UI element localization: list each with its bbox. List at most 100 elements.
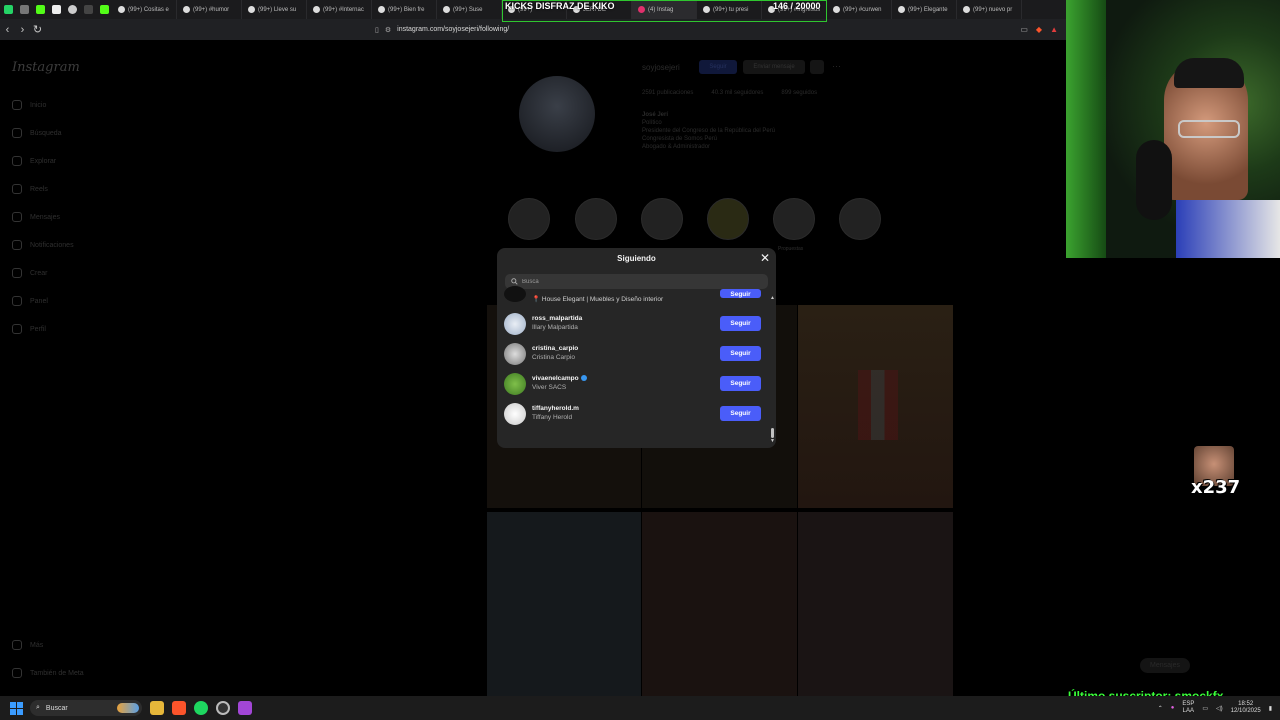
pinned-tab-gear[interactable] [64, 0, 80, 19]
scrollbar-thumb[interactable] [771, 428, 774, 438]
nav-item[interactable]: Perfil [12, 324, 46, 334]
story-highlight[interactable] [575, 198, 617, 240]
pinned-tab-s[interactable] [80, 0, 96, 19]
file-explorer-icon[interactable] [150, 701, 164, 715]
windows-start-icon[interactable] [10, 701, 23, 715]
microphone-icon[interactable]: ● [1171, 705, 1175, 711]
pinned-tab-whatsapp[interactable] [0, 0, 16, 19]
discord-icon[interactable] [238, 701, 252, 715]
bio-line: Abogado & Administrador [642, 144, 711, 150]
post-thumbnail[interactable] [642, 512, 797, 696]
screen-share-icon[interactable]: ▭ [1020, 25, 1028, 34]
scroll-up-icon[interactable]: ▲ [770, 295, 775, 301]
nav-item[interactable]: Panel [12, 296, 48, 306]
rewards-icon[interactable]: ▲ [1050, 25, 1058, 34]
username[interactable]: ross_malpartida [532, 315, 582, 322]
obs-icon[interactable] [216, 701, 230, 715]
reload-icon[interactable]: ↻ [30, 23, 45, 36]
clock[interactable]: 18:52 12/10/2025 [1231, 701, 1261, 715]
profile-message-button[interactable]: Enviar mensaje [743, 60, 805, 74]
forward-icon[interactable]: › [15, 24, 30, 36]
pinned-tab-globe[interactable] [16, 0, 32, 19]
list-item: cristina_carpio Cristina Carpio Seguir [504, 340, 761, 366]
story-highlight[interactable] [641, 198, 683, 240]
follow-button[interactable]: Seguir [720, 346, 761, 361]
pinned-tab-diamond[interactable] [48, 0, 64, 19]
post-thumbnail[interactable] [798, 512, 953, 696]
nav-item[interactable]: Crear [12, 268, 48, 278]
modal-title: Siguiendo [617, 254, 656, 263]
browser-tab[interactable]: (99+) Bien fre [372, 0, 437, 19]
avatar[interactable] [504, 343, 526, 365]
back-icon[interactable]: ‹ [0, 24, 15, 36]
nav-item[interactable]: También de Meta [12, 668, 84, 678]
avatar[interactable] [504, 313, 526, 335]
network-icon[interactable]: ▭ [1202, 705, 1208, 712]
avatar[interactable] [504, 403, 526, 425]
nav-item[interactable]: Inicio [12, 100, 46, 110]
browser-tab[interactable]: (99+) #Internac [307, 0, 372, 19]
browser-tab[interactable]: (99+) #curwen [827, 0, 892, 19]
follow-button[interactable]: Seguir [720, 316, 761, 331]
post-thumbnail[interactable] [487, 512, 641, 696]
volume-icon[interactable]: ◁) [1216, 705, 1223, 712]
story-highlight[interactable] [707, 198, 749, 240]
browser-tab[interactable]: (99+) Elegante [892, 0, 957, 19]
language-indicator[interactable]: ESP LAA [1182, 701, 1194, 715]
username[interactable]: tiffanyherold.m [532, 405, 579, 412]
browser-tab[interactable]: (99+) Cositas e [112, 0, 177, 19]
profile-avatar[interactable] [519, 76, 595, 152]
avatar[interactable] [504, 286, 526, 302]
profile-follow-button[interactable]: Seguir [699, 60, 737, 74]
url-text: instagram.com/soyjosejeri/following/ [397, 26, 510, 33]
list-item-partial: 📍 House Elegant | Muebles y Diseño inter… [504, 286, 761, 312]
emote-count: x237 [1191, 477, 1241, 498]
list-item: vivaenelcampo Viver SACS Seguir [504, 370, 761, 396]
scrollbar[interactable]: ▲ ▼ [770, 295, 775, 444]
username[interactable]: cristina_carpio [532, 345, 578, 352]
nav-item[interactable]: Más [12, 640, 43, 650]
nav-item[interactable]: Explorar [12, 156, 56, 166]
close-icon[interactable]: ✕ [760, 252, 770, 264]
spotify-icon[interactable] [194, 701, 208, 715]
bookmark-icon[interactable]: ▯ [375, 26, 379, 34]
goal-count: 146 / 20000 [773, 1, 821, 11]
story-highlight[interactable] [508, 198, 550, 240]
notification-icon[interactable]: ▮ [1269, 705, 1272, 712]
site-info-icon[interactable]: ⚙ [385, 26, 391, 34]
stat-followers[interactable]: 40.3 mil seguidores [711, 90, 763, 96]
follow-button[interactable]: Seguir [720, 289, 761, 298]
scroll-down-icon[interactable]: ▼ [770, 438, 775, 444]
pinned-tab-kick[interactable] [32, 0, 48, 19]
chevron-up-icon[interactable]: ⌃ [1158, 705, 1163, 712]
stat-following[interactable]: 899 seguidos [781, 90, 817, 96]
instagram-logo[interactable]: Instagram [12, 60, 80, 75]
more-options-icon[interactable]: ··· [832, 61, 841, 71]
profile-username: soyjosejeri [642, 63, 680, 72]
follow-button[interactable]: Seguir [720, 376, 761, 391]
browser-tab[interactable]: (99+) Lleve su [242, 0, 307, 19]
nav-label: Mensajes [30, 213, 60, 221]
username[interactable]: vivaenelcampo [532, 375, 587, 382]
messages-float-button[interactable]: Mensajes [1140, 658, 1190, 673]
follow-button[interactable]: Seguir [720, 406, 761, 421]
taskbar-search[interactable]: ⌕ Buscar [30, 700, 142, 716]
nav-label: Reels [30, 185, 48, 193]
url-field[interactable]: ▯ ⚙ instagram.com/soyjosejeri/following/ [375, 26, 509, 34]
nav-item[interactable]: Mensajes [12, 212, 60, 222]
nav-item[interactable]: Búsqueda [12, 128, 62, 138]
story-highlight[interactable] [839, 198, 881, 240]
nav-item[interactable]: Notificaciones [12, 240, 74, 250]
nav-item[interactable]: Reels [12, 184, 48, 194]
brave-icon[interactable] [172, 701, 186, 715]
browser-tab[interactable]: (99+) nuevo pr [957, 0, 1022, 19]
taskbar-search-label: Buscar [45, 704, 68, 712]
add-user-icon[interactable] [810, 60, 824, 74]
story-highlight[interactable] [773, 198, 815, 240]
browser-tab[interactable]: (99+) Suse [437, 0, 502, 19]
pinned-tab-k[interactable] [96, 0, 112, 19]
avatar[interactable] [504, 373, 526, 395]
browser-tab[interactable]: (99+) #humor [177, 0, 242, 19]
brave-shield-icon[interactable]: ◆ [1036, 25, 1042, 34]
search-input[interactable] [522, 278, 742, 285]
